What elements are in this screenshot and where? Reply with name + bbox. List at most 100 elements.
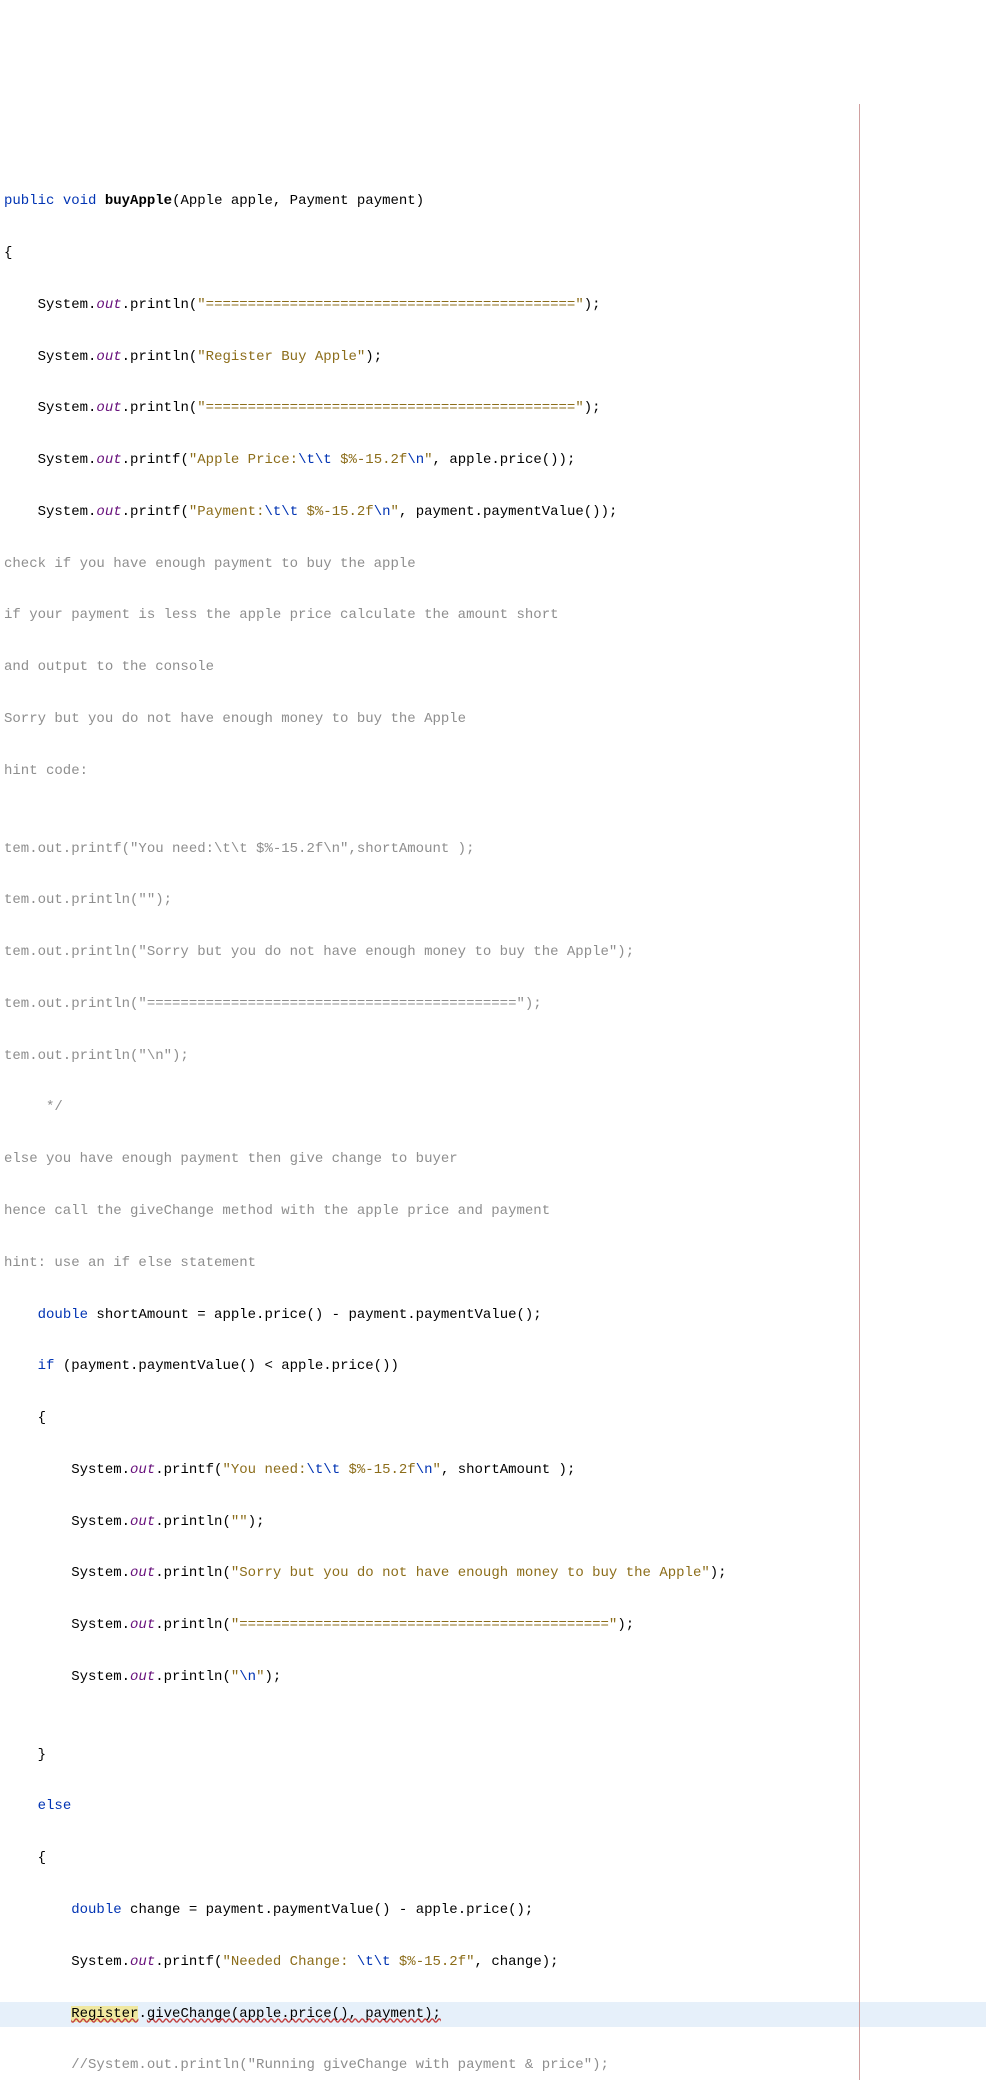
string-literal: "=======================================… [197, 400, 583, 416]
comment-line: tem.out.println("=======================… [0, 992, 986, 1018]
comment-line: check if you have enough payment to buy … [0, 552, 986, 578]
string-literal: " [424, 452, 432, 468]
code-line: { [0, 1406, 986, 1432]
comment-line: */ [0, 1095, 986, 1121]
code-line: { [0, 241, 986, 267]
code-line: double change = payment.paymentValue() -… [0, 1898, 986, 1924]
code-line: System.out.println(""); [0, 1510, 986, 1536]
keyword: public [4, 193, 54, 209]
comment-text: tem.out.println("\n"); [4, 1048, 189, 1064]
code-text: System. [4, 1514, 130, 1530]
string-literal: $%-15.2f" [391, 1954, 475, 1970]
code-text: ); [365, 349, 382, 365]
code-text: .println( [155, 1669, 231, 1685]
escape-seq: \n [239, 1669, 256, 1685]
right-margin-line [859, 104, 860, 2080]
code-text: ); [617, 1617, 634, 1633]
field-out: out [130, 1617, 155, 1633]
code-line: System.out.println("====================… [0, 293, 986, 319]
code-text: . [138, 2006, 146, 2022]
code-text: .println( [155, 1565, 231, 1581]
comment-line: hint: use an if else statement [0, 1251, 986, 1277]
keyword: void [63, 193, 97, 209]
code-text: { [4, 245, 12, 261]
code-text: ); [710, 1565, 727, 1581]
keyword: double [38, 1307, 88, 1323]
code-text: .println( [155, 1617, 231, 1633]
field-out: out [130, 1565, 155, 1581]
comment-text: check if you have enough payment to buy … [4, 556, 416, 572]
comment-line: tem.out.println(""); [0, 888, 986, 914]
code-text [4, 2006, 71, 2022]
comment-line: if your payment is less the apple price … [0, 603, 986, 629]
comment-text: tem.out.println("Sorry but you do not ha… [4, 944, 634, 960]
code-text: } [4, 1747, 46, 1763]
comment-line: Sorry but you do not have enough money t… [0, 707, 986, 733]
comment-text: tem.out.println("=======================… [4, 996, 542, 1012]
static-warning: Register [71, 2006, 138, 2022]
comment-line: hence call the giveChange method with th… [0, 1199, 986, 1225]
field-out: out [130, 1954, 155, 1970]
code-text: .printf( [122, 452, 189, 468]
comment-text: if your payment is less the apple price … [4, 607, 559, 623]
code-line: public void buyApple(Apple apple, Paymen… [0, 189, 986, 215]
code-text: System. [4, 297, 96, 313]
code-line: System.out.printf("Payment:\t\t $%-15.2f… [0, 500, 986, 526]
escape-seq: \n [407, 452, 424, 468]
comment-line: tem.out.printf("You need:\t\t $%-15.2f\n… [0, 837, 986, 863]
code-text: .println( [122, 297, 198, 313]
comment-line: //System.out.println("Running giveChange… [0, 2053, 986, 2079]
escape-seq: \t\t [264, 504, 298, 520]
code-text: , change); [475, 1954, 559, 1970]
error-underline: giveChange(apple.price(), payment); [147, 2006, 441, 2022]
code-line: System.out.println("====================… [0, 1613, 986, 1639]
string-literal: "You need: [222, 1462, 306, 1478]
string-literal: "=======================================… [231, 1617, 617, 1633]
string-literal: $%-15.2f [332, 452, 408, 468]
code-text: System. [4, 504, 96, 520]
method-name: buyApple [105, 193, 172, 209]
comment-text: else you have enough payment then give c… [4, 1151, 458, 1167]
code-text: (Apple apple, Payment payment) [172, 193, 424, 209]
string-literal: "Register Buy Apple" [197, 349, 365, 365]
code-line: if (payment.paymentValue() < apple.price… [0, 1354, 986, 1380]
code-text: System. [4, 452, 96, 468]
string-literal: "Apple Price: [189, 452, 298, 468]
comment-line: tem.out.println("\n"); [0, 1044, 986, 1070]
escape-seq: \t\t [306, 1462, 340, 1478]
code-line: System.out.println("====================… [0, 396, 986, 422]
string-literal: " [433, 1462, 441, 1478]
string-literal: $%-15.2f [298, 504, 374, 520]
code-text: System. [4, 1954, 130, 1970]
code-text: .printf( [122, 504, 189, 520]
code-line: double shortAmount = apple.price() - pay… [0, 1303, 986, 1329]
code-editor[interactable]: public void buyApple(Apple apple, Paymen… [0, 104, 986, 2080]
string-literal: " [391, 504, 399, 520]
code-text: System. [4, 400, 96, 416]
code-line: System.out.println("Sorry but you do not… [0, 1561, 986, 1587]
code-text: , payment.paymentValue()); [399, 504, 617, 520]
code-text: , apple.price()); [433, 452, 576, 468]
escape-seq: \t\t [298, 452, 332, 468]
code-line: System.out.println("\n"); [0, 1665, 986, 1691]
comment-text: //System.out.println("Running giveChange… [4, 2057, 609, 2073]
code-line: System.out.printf("You need:\t\t $%-15.2… [0, 1458, 986, 1484]
string-literal: "=======================================… [197, 297, 583, 313]
code-text: System. [4, 1669, 130, 1685]
code-line: else [0, 1794, 986, 1820]
code-text: ); [248, 1514, 265, 1530]
escape-seq: \t\t [357, 1954, 391, 1970]
code-text: .println( [155, 1514, 231, 1530]
code-text: System. [4, 1462, 130, 1478]
code-text: .println( [122, 349, 198, 365]
comment-text: tem.out.println(""); [4, 892, 172, 908]
field-out: out [130, 1462, 155, 1478]
field-out: out [130, 1669, 155, 1685]
comment-text: Sorry but you do not have enough money t… [4, 711, 466, 727]
code-text: change = payment.paymentValue() - apple.… [122, 1902, 534, 1918]
code-text: .printf( [155, 1954, 222, 1970]
string-literal: "Needed Change: [222, 1954, 356, 1970]
escape-seq: \n [374, 504, 391, 520]
code-text: System. [4, 349, 96, 365]
string-literal: " [256, 1669, 264, 1685]
